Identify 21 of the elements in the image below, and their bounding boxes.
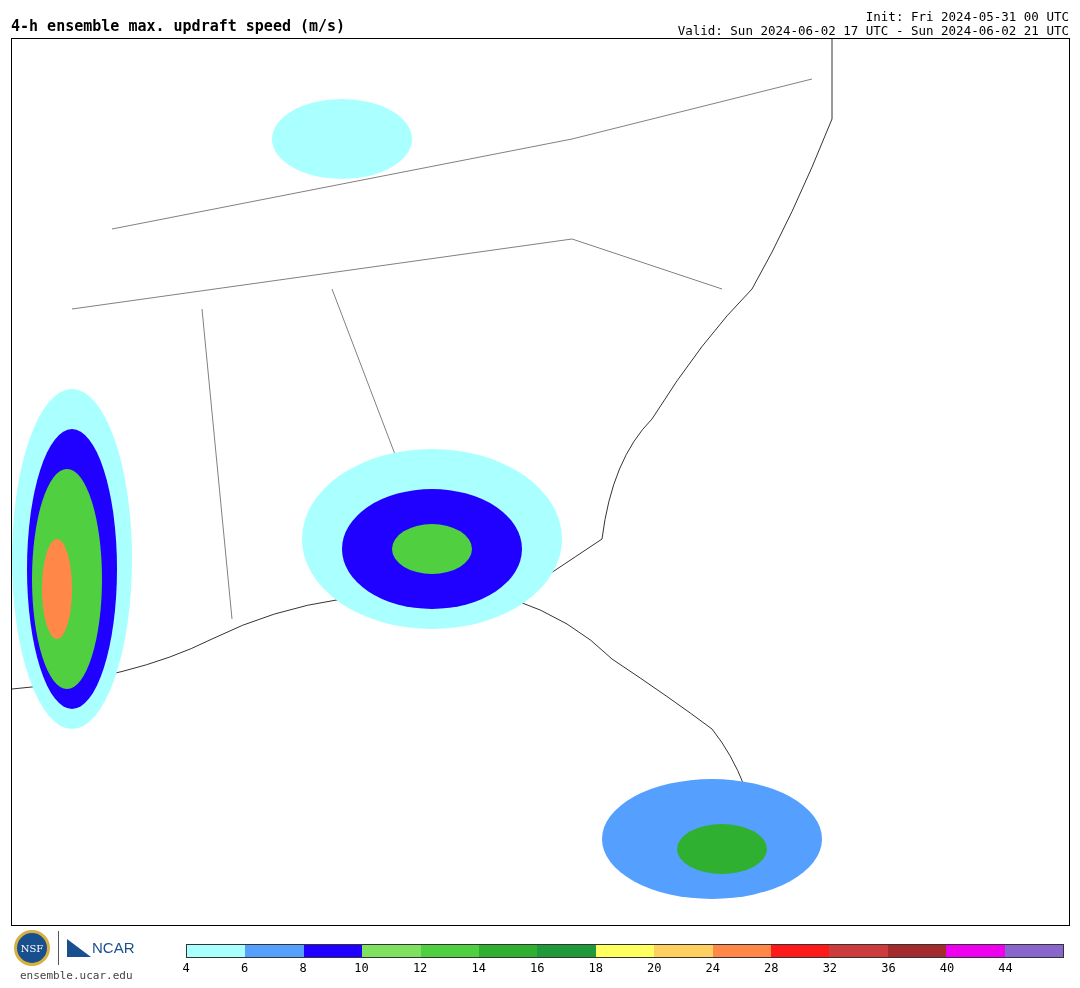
tick-label: 40 <box>939 962 955 974</box>
tick-label: 14 <box>471 962 486 974</box>
chart-title: 4-h ensemble max. updraft speed (m/s) <box>11 19 346 37</box>
nsf-logo: NSF <box>14 930 50 966</box>
tick-label: 12 <box>412 962 428 974</box>
tick-label: 36 <box>881 962 896 974</box>
valid-time: Valid: Sun 2024-06-02 17 UTC - Sun 2024-06-02 21 UTC <box>677 24 1069 38</box>
ncar-logo: NCAR <box>92 937 135 958</box>
tick-label: 16 <box>529 962 545 974</box>
init-time: Init: Fri 2024-05-31 00 UTC <box>865 10 1069 24</box>
tick-label: 4 <box>182 962 190 974</box>
tick-label: 6 <box>240 962 249 974</box>
tick-label: 20 <box>647 962 662 974</box>
site-url: ensemble.ucar.edu <box>19 968 133 984</box>
tick-label: 32 <box>822 962 838 974</box>
tick-label: 8 <box>299 962 307 974</box>
tick-label: 44 <box>998 962 1013 974</box>
tick-label: 24 <box>705 962 720 974</box>
tick-label: 28 <box>764 962 779 974</box>
tick-label: 10 <box>354 962 369 974</box>
tick-label: 18 <box>588 962 603 974</box>
